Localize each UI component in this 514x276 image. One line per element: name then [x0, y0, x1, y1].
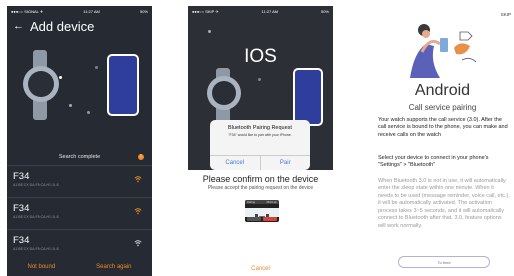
search-again-button[interactable]: Search again — [96, 264, 131, 270]
preview-label: Pairing — [247, 200, 255, 204]
dialog-message: "F34" would like to pair with your iPhon… — [228, 133, 292, 137]
page-title: Add device — [30, 18, 95, 34]
dialog-pair-button[interactable]: Pair — [261, 156, 311, 170]
device-mac: A1:BE:CX:DA:F5:CA:H1:JL:8 — [13, 215, 59, 219]
preview-link-graphic — [245, 208, 279, 219]
signal-indicator: ●●●○○ SKIP ✈ — [192, 8, 219, 14]
sheet-title: Please confirm on the device — [202, 174, 319, 184]
phone-icon — [107, 54, 139, 116]
status-bar: ●●●○○ SKIP ✈ 11:27 AM 50% — [188, 6, 333, 16]
connection-dot — [69, 104, 72, 107]
os-label: IOS — [244, 46, 277, 67]
status-bar: ●●●○○ SIGNAL ✈ 11:27 AM 50% — [7, 6, 152, 16]
device-mac: A1:BE:CX:DA:F5:CA:H1:JL:8 — [13, 247, 59, 251]
bottom-actions: Not bound Search again — [7, 258, 152, 276]
confirm-sheet: Please confirm on the device Please acce… — [188, 170, 333, 276]
skip-button[interactable]: SKIP — [501, 12, 511, 17]
device-name: F34 — [13, 203, 30, 214]
os-label: Android — [414, 82, 471, 99]
device-name: F34 — [13, 171, 30, 182]
status-time: 11:27 AM — [261, 8, 279, 14]
back-arrow-icon[interactable]: ← — [13, 20, 24, 32]
preview-header: Pairing 08:24 am — [245, 200, 279, 204]
connection-dot — [87, 111, 90, 114]
add-device-screen: ●●●○○ SIGNAL ✈ 11:27 AM 50% ← Add device… — [7, 6, 152, 276]
device-list-item[interactable]: F34 A1:BE:CX:DA:F5:CA:H1:JL:8 — [7, 229, 152, 258]
signal-strength-icon — [134, 176, 142, 183]
search-status-row: Search complete ! — [7, 154, 152, 160]
dialog-buttons: Cancel Pair — [210, 155, 310, 170]
battery-indicator: 50% — [139, 8, 148, 14]
phone-icon — [293, 68, 323, 126]
device-mac: A1:BE:CX:DA:F5:CA:H1:JL:8 — [13, 183, 59, 187]
dialog-title: Bluetooth Pairing Request — [228, 125, 292, 131]
watch-confirm-preview: Pairing 08:24 am — [245, 200, 279, 222]
search-status: Search complete — [58, 154, 101, 160]
watch-screen — [212, 81, 236, 105]
info-icon[interactable]: ! — [138, 154, 144, 160]
connection-dot — [59, 76, 62, 79]
not-bound-button[interactable]: Not bound — [27, 264, 55, 270]
sheet-subtitle: Please accept the pairing request on the… — [207, 185, 314, 191]
watch-screen — [28, 71, 54, 97]
signal-strength-icon — [134, 240, 142, 247]
bluetooth-instructions: Select your device to connect in your ph… — [378, 155, 489, 169]
device-list-item[interactable]: F34 A1:BE:CX:DA:F5:CA:H1:JL:8 — [7, 197, 152, 226]
pairing-illustration — [7, 36, 152, 144]
accept-icon — [263, 217, 277, 221]
call-service-info: Your watch supports the call service (3.… — [378, 117, 508, 138]
header: ← Add device — [7, 16, 152, 36]
ios-pairing-screen: ●●●○○ SKIP ✈ 11:27 AM 50% IOS Bluetooth … — [188, 6, 333, 276]
signal-indicator: ●●●○○ SIGNAL ✈ — [11, 8, 44, 14]
android-pairing-screen: SKIP Android Call service pairing Your w… — [370, 6, 514, 276]
reject-icon — [247, 217, 261, 221]
person-holding-phone-illustration — [410, 24, 477, 78]
bluetooth-pairing-dialog: Bluetooth Pairing Request "F34" would li… — [210, 120, 310, 170]
screen-subtitle: Call service pairing — [408, 103, 477, 112]
connection-dot — [258, 78, 261, 81]
dialog-cancel-button[interactable]: Cancel — [210, 156, 261, 170]
connection-dot — [208, 30, 211, 33]
connection-dot — [95, 66, 98, 69]
device-list-item[interactable]: F34 A1:BE:CX:DA:F5:CA:H1:JL:8 — [7, 165, 152, 194]
preview-time: 08:24 am — [266, 200, 277, 204]
to-bind-button[interactable]: To bind — [398, 256, 490, 268]
cancel-button[interactable]: Cancel — [188, 266, 333, 272]
device-name: F34 — [13, 235, 30, 246]
sleep-notice: When Bluetooth 3.0 is not in use, it wil… — [378, 178, 510, 229]
status-time: 11:27 AM — [83, 8, 100, 14]
battery-indicator: 50% — [320, 8, 329, 14]
signal-strength-icon — [134, 208, 142, 215]
